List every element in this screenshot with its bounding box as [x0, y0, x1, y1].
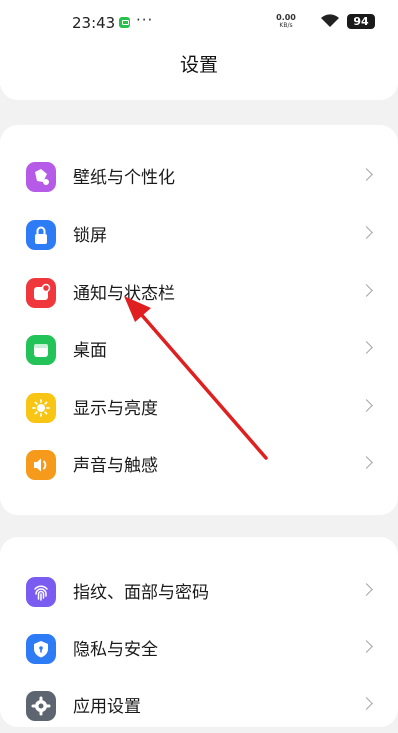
- settings-item-notifications-status-bar[interactable]: 通知与状态栏: [0, 264, 398, 320]
- settings-item-app-settings[interactable]: 应用设置: [0, 677, 398, 733]
- shield-icon: [26, 634, 56, 664]
- network-speed-unit: KB/s: [279, 22, 293, 29]
- settings-item-label: 锁屏: [73, 226, 107, 246]
- status-time: 23:43: [72, 14, 116, 32]
- fingerprint-icon: [26, 577, 56, 607]
- chevron-right-icon: [360, 284, 373, 297]
- chevron-right-icon: [360, 168, 373, 181]
- chevron-right-icon: [360, 640, 373, 653]
- header: 设置: [0, 46, 398, 100]
- chevron-right-icon: [360, 341, 373, 354]
- settings-item-label: 声音与触感: [73, 456, 158, 476]
- settings-item-label: 通知与状态栏: [73, 284, 175, 304]
- lock-icon: [26, 220, 56, 250]
- brightness-icon: [26, 393, 56, 423]
- settings-item-label: 壁纸与个性化: [73, 168, 175, 188]
- network-speed-value: 0.00: [276, 13, 296, 22]
- settings-item-fingerprint-face-password[interactable]: 指纹、面部与密码: [0, 563, 398, 619]
- chevron-right-icon: [360, 399, 373, 412]
- settings-item-label: 应用设置: [73, 697, 141, 717]
- network-speed: 0.00 KB/s: [272, 14, 300, 30]
- settings-item-label: 桌面: [73, 341, 107, 361]
- message-notification-icon: [119, 17, 130, 28]
- gear-icon: [26, 691, 56, 721]
- status-bar: 23:43 ··· 0.00 KB/s 94: [0, 0, 398, 46]
- settings-item-home-screen[interactable]: 桌面: [0, 321, 398, 377]
- notification-icon: [26, 278, 56, 308]
- page-title: 设置: [179, 54, 218, 76]
- palette-icon: [26, 162, 56, 192]
- settings-item-label: 隐私与安全: [73, 640, 158, 660]
- chevron-right-icon: [360, 226, 373, 239]
- settings-group-personalization: 壁纸与个性化 锁屏 通知与状态栏 桌面 显示与亮度 声音与触感: [0, 125, 398, 515]
- settings-item-label: 指纹、面部与密码: [73, 583, 209, 603]
- battery-indicator: 94: [347, 14, 375, 29]
- more-notifications-indicator: ···: [136, 11, 154, 29]
- settings-item-label: 显示与亮度: [73, 399, 158, 419]
- chevron-right-icon: [360, 583, 373, 596]
- chevron-right-icon: [360, 697, 373, 710]
- chevron-right-icon: [360, 456, 373, 469]
- speaker-icon: [26, 450, 56, 480]
- wifi-icon: [320, 13, 340, 27]
- settings-item-wallpaper-personalization[interactable]: 壁纸与个性化: [0, 148, 398, 204]
- settings-group-security: 指纹、面部与密码 隐私与安全 应用设置: [0, 537, 398, 727]
- home-screen-icon: [26, 335, 56, 365]
- settings-item-display-brightness[interactable]: 显示与亮度: [0, 379, 398, 435]
- settings-item-privacy-security[interactable]: 隐私与安全: [0, 620, 398, 676]
- settings-item-sound-haptics[interactable]: 声音与触感: [0, 436, 398, 492]
- settings-item-lock-screen[interactable]: 锁屏: [0, 206, 398, 262]
